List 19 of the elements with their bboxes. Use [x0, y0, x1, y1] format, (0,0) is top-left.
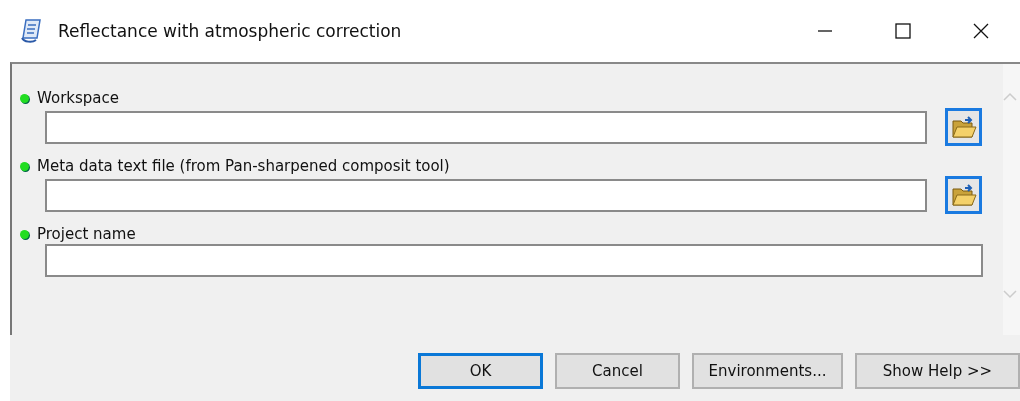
parameter-label: Workspace [37, 89, 119, 107]
input-field[interactable] [45, 178, 927, 212]
browse-button[interactable] [945, 176, 982, 214]
close-icon [972, 22, 990, 40]
open-folder-icon [950, 114, 977, 140]
input-field[interactable] [45, 110, 927, 144]
dialog-button[interactable]: OK [418, 353, 543, 389]
dialog-button[interactable]: Cancel [555, 353, 680, 389]
window-title: Reflectance with atmospheric correction [58, 21, 403, 41]
minimize-icon [816, 30, 834, 32]
maximize-icon [894, 22, 912, 40]
parameter-label: Meta data text file (from Pan-sharpened composit tool) [37, 157, 450, 175]
script-icon [20, 18, 44, 44]
browse-button[interactable] [945, 108, 982, 146]
dialog-button[interactable]: Environments... [692, 353, 843, 389]
dialog-button[interactable]: Show Help >> [855, 353, 1020, 389]
open-folder-icon [950, 182, 977, 208]
input-field[interactable] [45, 244, 983, 277]
parameter-label: Project name [37, 225, 136, 243]
